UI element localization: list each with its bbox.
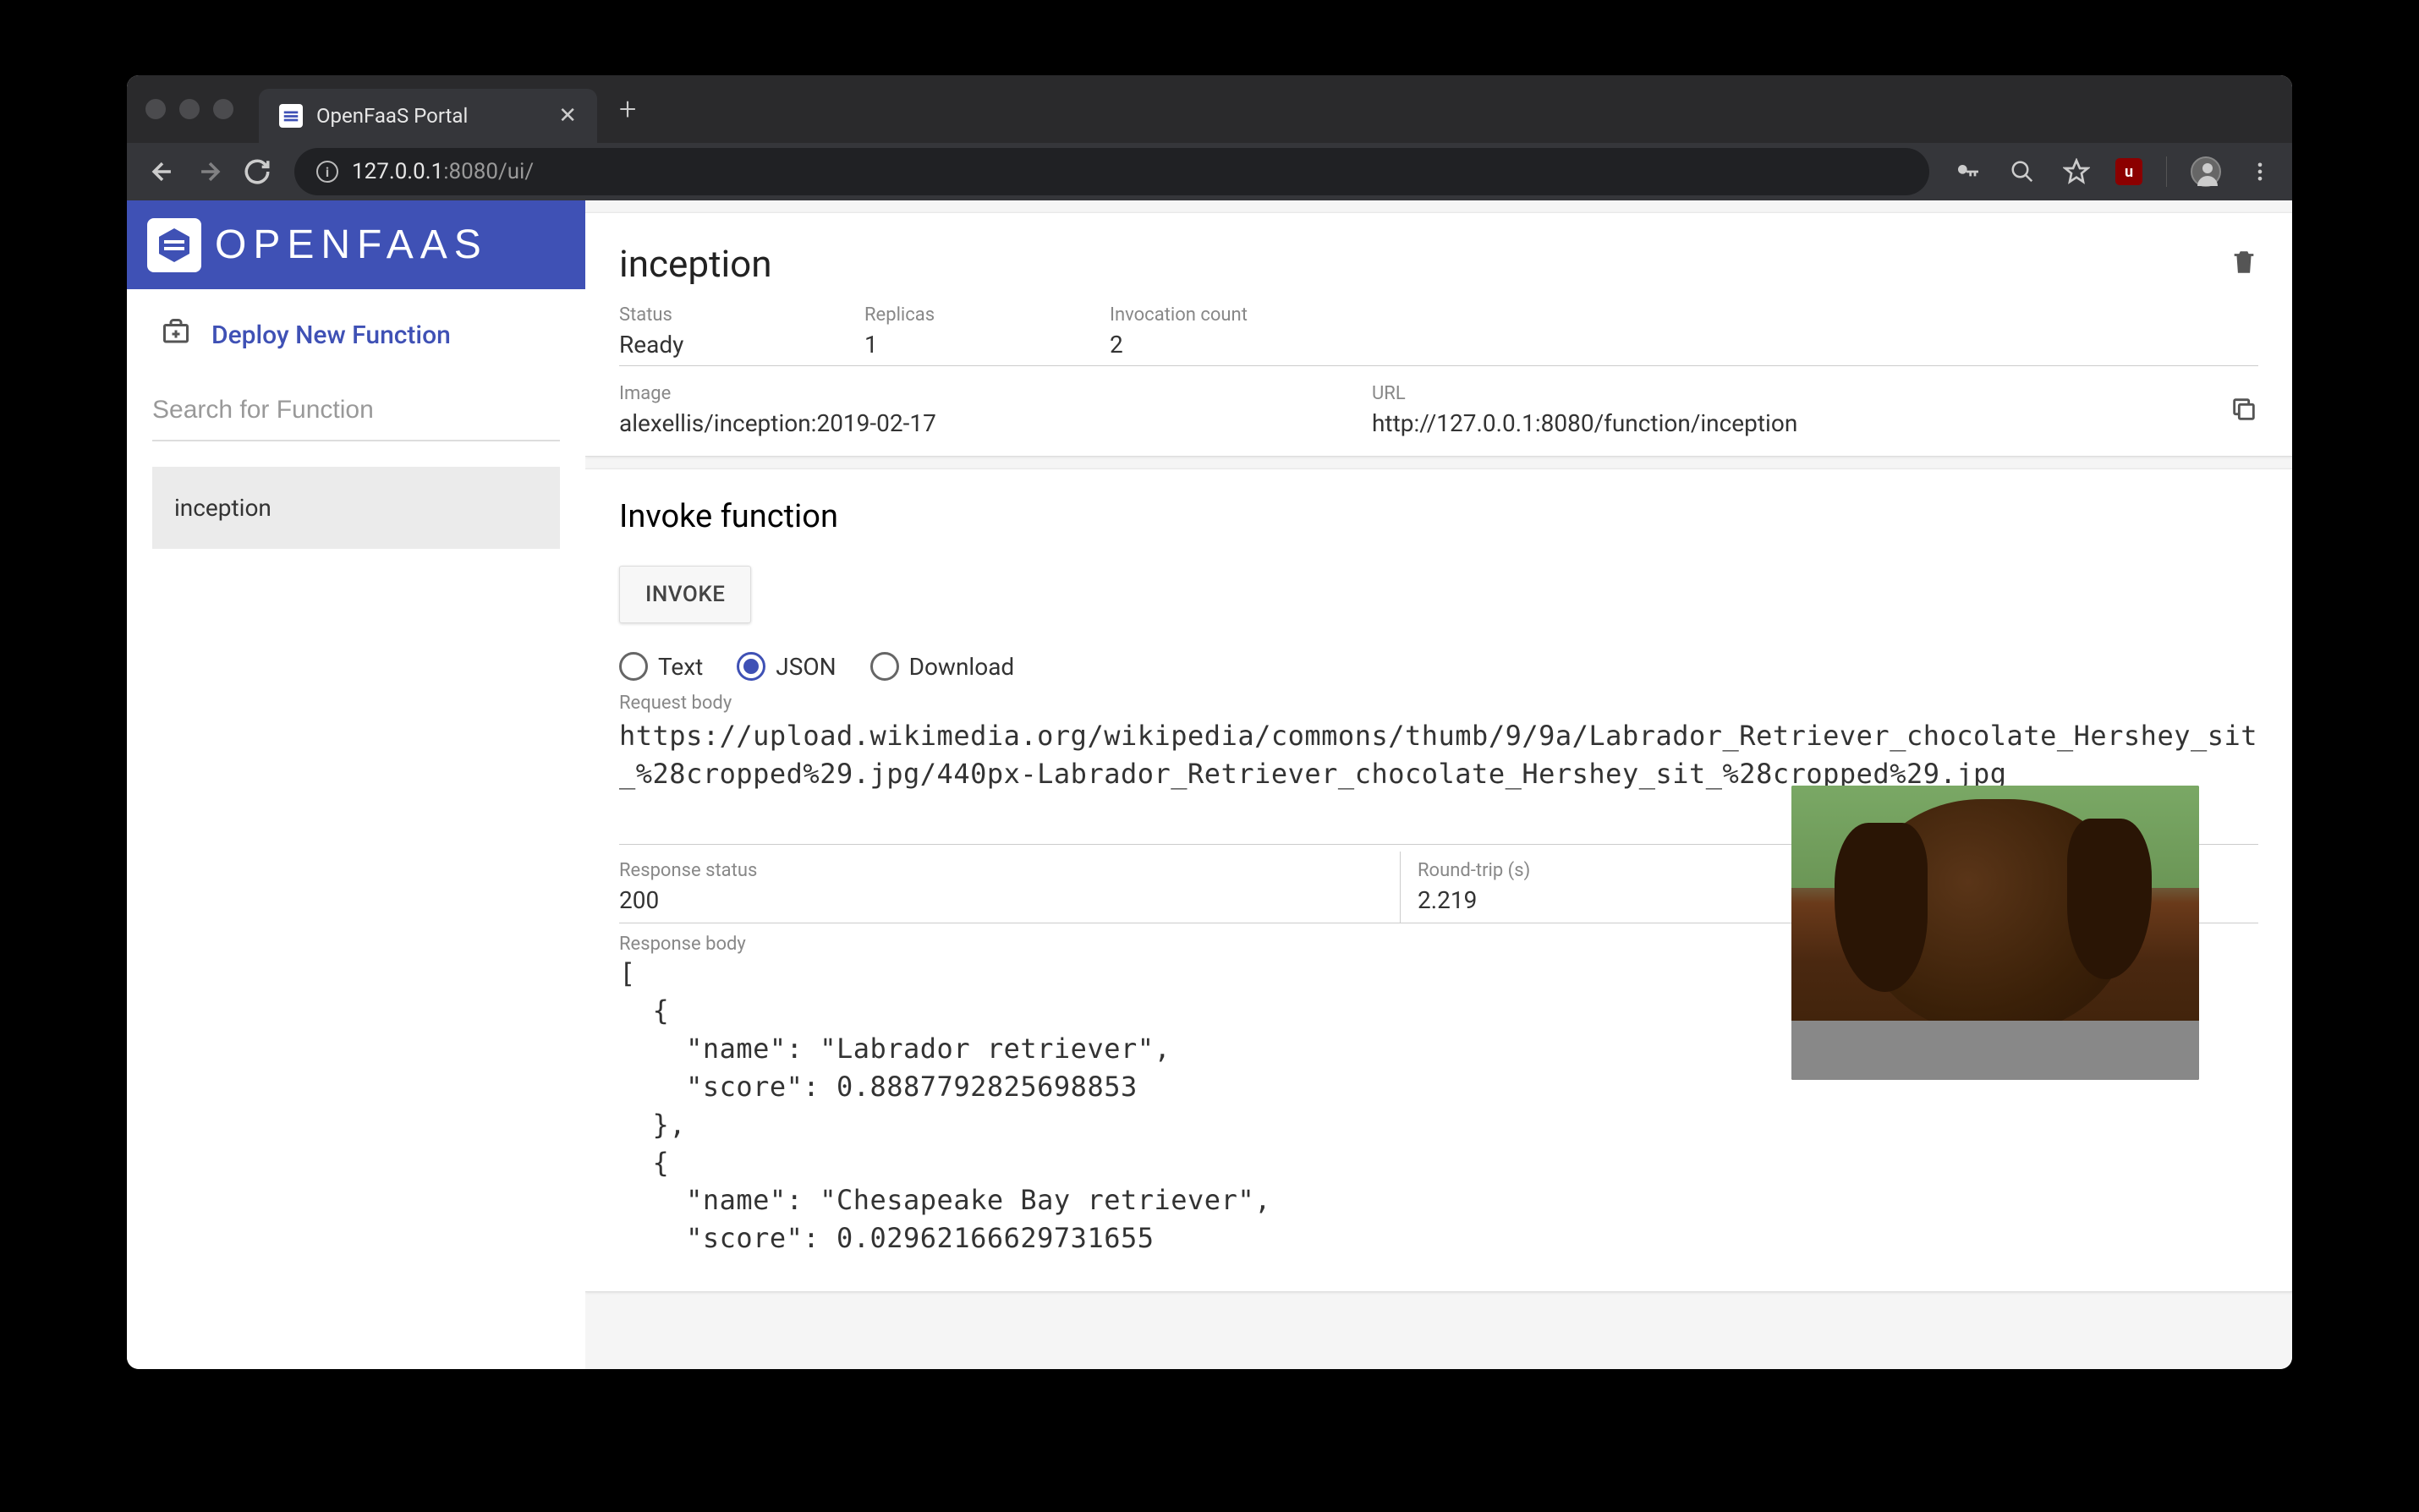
response-status-label: Response status — [619, 860, 1400, 881]
radio-circle-icon — [870, 652, 899, 681]
invocation-label: Invocation count — [1110, 304, 2258, 326]
tab-favicon-icon — [279, 104, 303, 128]
invocation-value: 2 — [1110, 331, 2258, 359]
zoom-icon[interactable] — [2007, 156, 2038, 187]
url-text: 127.0.0.1:8080/ui/ — [352, 159, 534, 184]
logo-bar: OPENFAAS — [127, 200, 585, 289]
browser-tab[interactable]: OpenFaaS Portal ✕ — [259, 89, 597, 143]
bookmark-star-icon[interactable] — [2061, 156, 2092, 187]
logo-text: OPENFAAS — [215, 222, 488, 268]
deploy-label: Deploy New Function — [211, 320, 451, 350]
ublock-icon[interactable]: u — [2115, 158, 2142, 185]
radio-json[interactable]: JSON — [737, 652, 836, 681]
sidebar: OPENFAAS Deploy New Function inception — [127, 200, 585, 1369]
menu-icon[interactable] — [2245, 156, 2275, 187]
back-button[interactable] — [144, 153, 181, 190]
replicas-label: Replicas — [864, 304, 1110, 326]
radio-circle-icon — [619, 652, 648, 681]
new-tab-button[interactable]: + — [619, 91, 636, 127]
request-body-value[interactable]: https://upload.wikimedia.org/wikipedia/c… — [619, 717, 2258, 793]
forward-button[interactable] — [191, 153, 228, 190]
function-header-card: inception Status Ready Replicas 1 — [585, 212, 2292, 457]
reload-button[interactable] — [239, 153, 276, 190]
radio-text[interactable]: Text — [619, 652, 703, 681]
openfaas-logo-icon — [147, 218, 201, 272]
key-icon[interactable] — [1953, 156, 1983, 187]
radio-download[interactable]: Download — [870, 652, 1015, 681]
deploy-new-function-button[interactable]: Deploy New Function — [127, 289, 585, 381]
url-value: http://127.0.0.1:8080/function/inception — [1372, 409, 2258, 437]
main-content: inception Status Ready Replicas 1 — [585, 200, 2292, 1369]
site-info-icon[interactable]: i — [316, 161, 338, 183]
profile-avatar[interactable] — [2191, 156, 2221, 187]
traffic-close[interactable] — [145, 99, 166, 119]
replicas-value: 1 — [864, 331, 1110, 359]
preview-image — [1791, 786, 2199, 1080]
briefcase-plus-icon — [161, 316, 191, 353]
address-bar[interactable]: i 127.0.0.1:8080/ui/ — [294, 148, 1929, 195]
request-body-label: Request body — [619, 693, 2258, 714]
delete-button[interactable] — [2230, 248, 2258, 280]
invoke-card: Invoke function INVOKE Text JSON Downloa… — [585, 468, 2292, 1292]
invoke-button[interactable]: INVOKE — [619, 566, 751, 623]
traffic-minimize[interactable] — [179, 99, 200, 119]
radio-circle-active-icon — [737, 652, 765, 681]
radio-download-label: Download — [909, 653, 1015, 681]
traffic-maximize[interactable] — [213, 99, 233, 119]
tab-title: OpenFaaS Portal — [316, 104, 545, 128]
radio-text-label: Text — [658, 653, 703, 681]
response-status-value: 200 — [619, 886, 1400, 914]
invoke-title: Invoke function — [619, 498, 2258, 535]
image-label: Image — [619, 383, 1372, 404]
status-value: Ready — [619, 331, 864, 359]
window-titlebar: OpenFaaS Portal ✕ + — [127, 75, 2292, 143]
search-function-input[interactable] — [152, 381, 560, 441]
url-label: URL — [1372, 383, 2258, 404]
tab-close-icon[interactable]: ✕ — [558, 105, 577, 127]
function-list-item-inception[interactable]: inception — [152, 467, 560, 549]
copy-url-button[interactable] — [2230, 395, 2258, 427]
status-label: Status — [619, 304, 864, 326]
browser-toolbar: i 127.0.0.1:8080/ui/ u — [127, 143, 2292, 200]
radio-json-label: JSON — [776, 653, 836, 681]
function-name-title: inception — [619, 242, 772, 286]
image-value: alexellis/inception:2019-02-17 — [619, 409, 1372, 437]
